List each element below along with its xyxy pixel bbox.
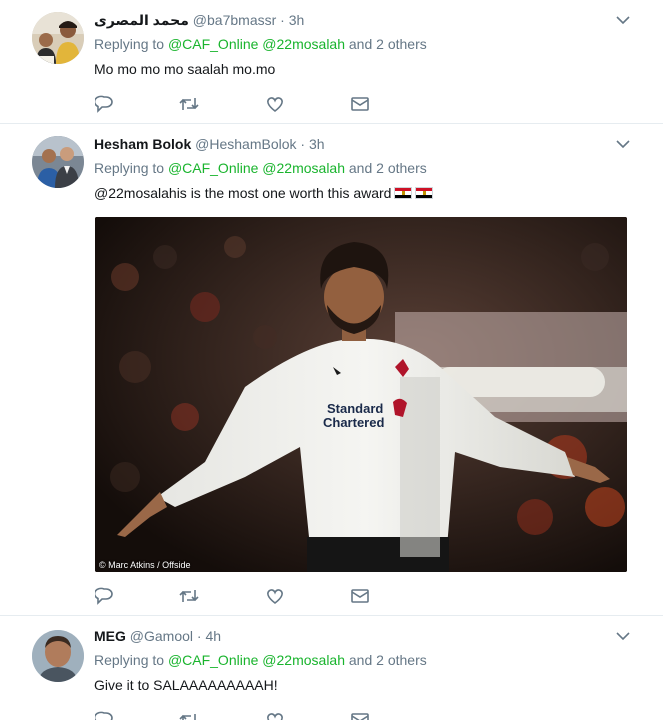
separator-dot: ·	[196, 628, 202, 644]
tweet-actions	[94, 710, 384, 720]
replying-to: Replying to @CAF_Online @22mosalah and 2…	[94, 34, 633, 54]
replying-prefix: Replying to	[94, 36, 165, 52]
avatar[interactable]	[32, 12, 84, 64]
fullname[interactable]: MEG	[94, 628, 126, 644]
username[interactable]: @ba7bmassr	[193, 12, 276, 28]
tweet-actions	[94, 586, 384, 606]
direct-message-icon[interactable]	[349, 94, 371, 114]
timestamp[interactable]: 3h	[289, 12, 305, 28]
reply-icon[interactable]	[94, 586, 116, 606]
timestamp[interactable]: 3h	[309, 136, 325, 152]
direct-message-icon[interactable]	[349, 710, 371, 720]
like-icon[interactable]	[264, 710, 286, 720]
reply-icon[interactable]	[94, 710, 116, 720]
like-icon[interactable]	[264, 94, 286, 114]
mention-link[interactable]: @CAF_Online	[168, 652, 258, 668]
replying-prefix: Replying to	[94, 160, 165, 176]
photo-credit: © Marc Atkins / Offside	[99, 560, 191, 570]
tweet-header: MEG @Gamool · 4h	[94, 626, 633, 646]
retweet-icon[interactable]	[178, 94, 200, 114]
fullname[interactable]: Hesham Bolok	[94, 136, 191, 152]
replying-to: Replying to @CAF_Online @22mosalah and 2…	[94, 158, 633, 178]
shirt-sponsor-line-1: Standard	[327, 401, 383, 416]
tweet-header: Hesham Bolok @HeshamBolok · 3h	[94, 134, 633, 154]
tweet[interactable]: MEG @Gamool · 4h Replying to @CAF_Online…	[0, 616, 663, 720]
mention-link[interactable]: @22mosalah	[262, 160, 345, 176]
tweet[interactable]: محمد المصرى @ba7bmassr · 3h Replying to …	[0, 0, 663, 124]
mention-link[interactable]: @CAF_Online	[168, 160, 258, 176]
tweet-text: Give it to SALAAAAAAAAAH!	[94, 677, 278, 693]
tweet-text-line: @22mosalahis is the most one worth this …	[94, 184, 633, 202]
tweet-actions	[94, 94, 384, 114]
tweet-text: @22mosalahis is the most one worth this …	[94, 185, 392, 201]
username[interactable]: @Gamool	[130, 628, 193, 644]
avatar[interactable]	[32, 630, 84, 682]
tweet-photo[interactable]: Standard Chartered © Marc Atkins / Offsi…	[95, 217, 627, 572]
fullname[interactable]: محمد المصرى	[94, 12, 189, 28]
others-link[interactable]: and 2 others	[349, 652, 427, 668]
tweet[interactable]: Hesham Bolok @HeshamBolok · 3h Replying …	[0, 124, 663, 616]
egypt-flag-icon	[394, 187, 413, 199]
replying-to: Replying to @CAF_Online @22mosalah and 2…	[94, 650, 633, 670]
mention-link[interactable]: @CAF_Online	[168, 36, 258, 52]
chevron-down-icon[interactable]	[613, 134, 633, 154]
mention-link[interactable]: @22mosalah	[262, 652, 345, 668]
direct-message-icon[interactable]	[349, 586, 371, 606]
like-icon[interactable]	[264, 586, 286, 606]
timestamp[interactable]: 4h	[205, 628, 221, 644]
replying-prefix: Replying to	[94, 652, 165, 668]
avatar[interactable]	[32, 136, 84, 188]
retweet-icon[interactable]	[178, 586, 200, 606]
username[interactable]: @HeshamBolok	[195, 136, 296, 152]
retweet-icon[interactable]	[178, 710, 200, 720]
tweet-header: محمد المصرى @ba7bmassr · 3h	[94, 10, 633, 30]
others-link[interactable]: and 2 others	[349, 36, 427, 52]
reply-icon[interactable]	[94, 94, 116, 114]
shirt-sponsor-line-2: Chartered	[323, 415, 384, 430]
chevron-down-icon[interactable]	[613, 10, 633, 30]
separator-dot: ·	[280, 12, 285, 28]
egypt-flag-icon	[415, 187, 434, 199]
separator-dot: ·	[300, 136, 306, 152]
chevron-down-icon[interactable]	[613, 626, 633, 646]
others-link[interactable]: and 2 others	[349, 160, 427, 176]
mention-link[interactable]: @22mosalah	[262, 36, 345, 52]
tweet-text: Mo mo mo mo saalah mo.mo	[94, 61, 276, 77]
